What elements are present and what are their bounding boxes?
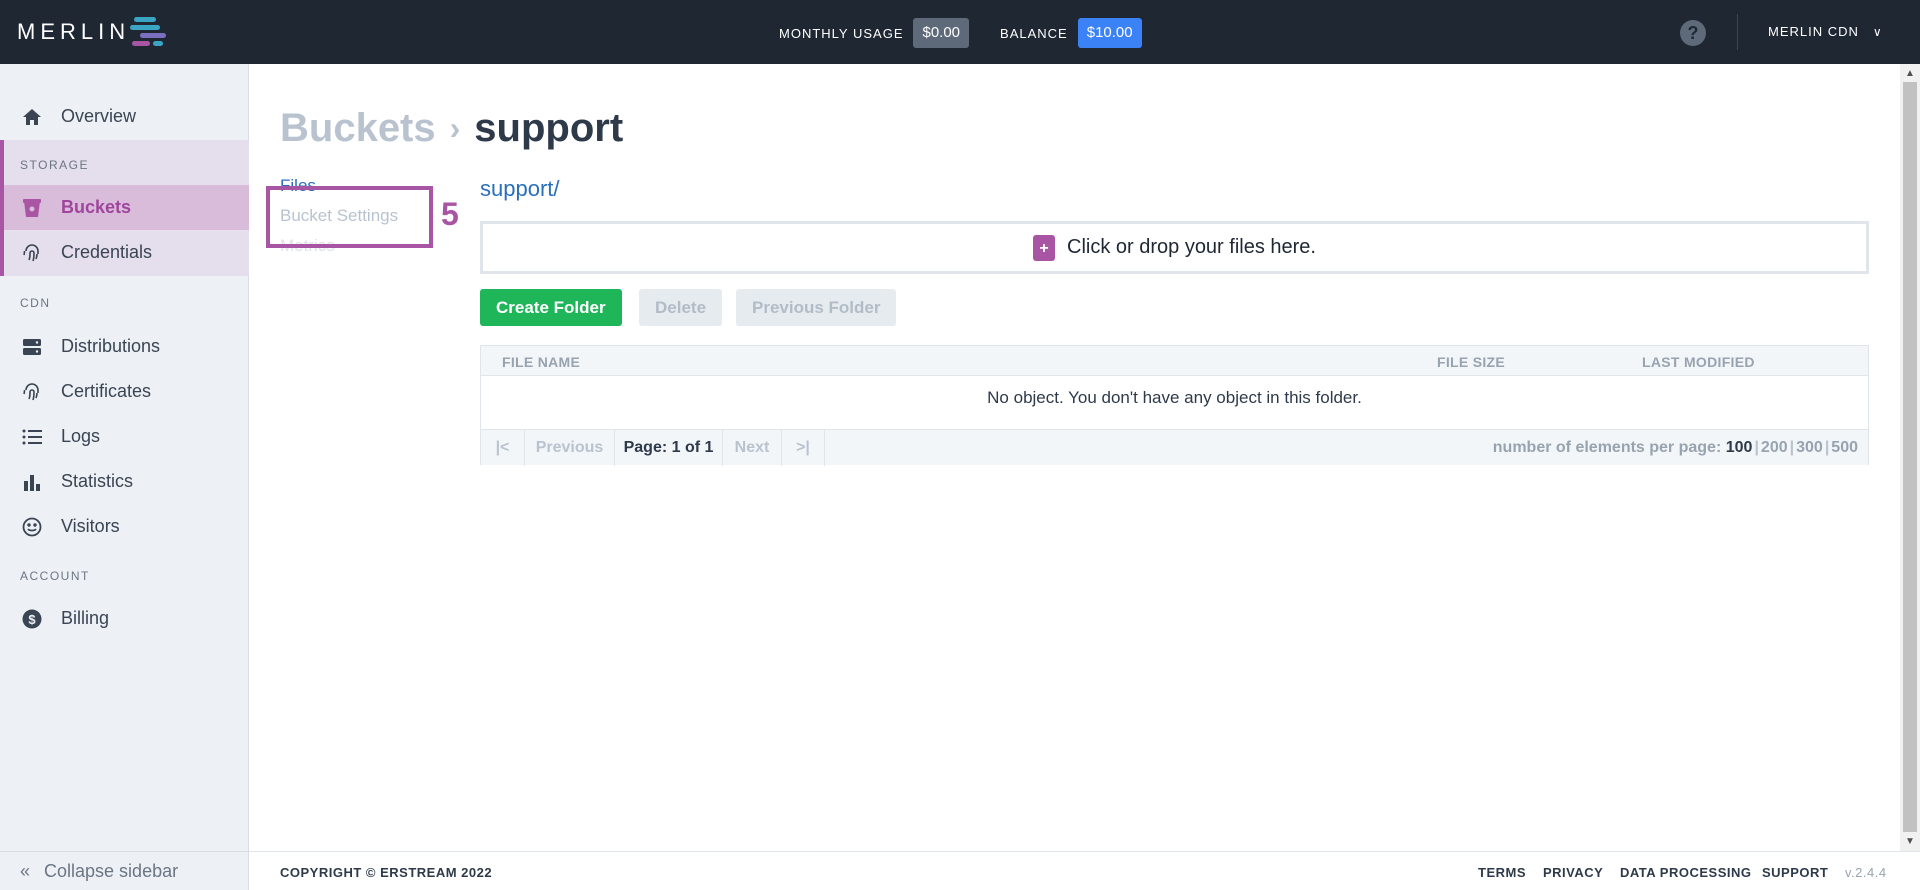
footer-link-privacy[interactable]: PRIVACY [1543, 865, 1603, 880]
sidebar-item-label: Buckets [61, 197, 132, 217]
sidebar-item-logs[interactable]: Logs [0, 414, 249, 459]
step-highlight-box [266, 186, 433, 248]
files-table: FILE NAME FILE SIZE LAST MODIFIED No obj… [480, 345, 1869, 466]
server-icon [21, 336, 43, 358]
table-header: FILE NAME FILE SIZE LAST MODIFIED [481, 346, 1868, 376]
sidebar-item-visitors[interactable]: Visitors [0, 504, 249, 549]
monthly-usage-label: MONTHLY USAGE [779, 25, 904, 41]
monthly-usage-badge: $0.00 [913, 18, 970, 48]
home-icon [21, 106, 43, 128]
footer-link-data-processing[interactable]: DATA PROCESSING [1620, 865, 1752, 880]
pagination: |< Previous Page: 1 of 1 Next >| number … [481, 429, 1868, 466]
sidebar-item-label: Billing [61, 608, 110, 628]
sidebar-item-label: Credentials [61, 242, 153, 262]
fingerprint-icon [21, 242, 43, 264]
last-page-button[interactable]: >| [782, 430, 825, 466]
footer-link-terms[interactable]: TERMS [1478, 865, 1526, 880]
bar-chart-icon [21, 471, 43, 493]
sidebar-item-certificates[interactable]: Certificates [0, 369, 249, 414]
account-menu[interactable]: MERLIN CDN ∨ [1768, 24, 1883, 39]
first-page-button[interactable]: |< [481, 430, 525, 466]
chevron-down-icon: ∨ [1872, 24, 1883, 39]
sidebar-item-label: Distributions [61, 336, 161, 356]
smiley-icon [21, 516, 43, 538]
page-size-selector: number of elements per page: 100 | 200 | 300… [1492, 439, 1858, 456]
vertical-scrollbar[interactable]: ▲ ▼ [1900, 64, 1920, 851]
file-drop-zone[interactable]: + Click or drop your files here. [480, 221, 1869, 274]
sidebar-item-statistics[interactable]: Statistics [0, 459, 249, 504]
previous-folder-button[interactable]: Previous Folder [736, 289, 897, 326]
usage-summary: MONTHLY USAGE $0.00 BALANCE $10.00 [779, 17, 1142, 49]
delete-button[interactable]: Delete [639, 289, 723, 326]
sidebar-item-label: Visitors [61, 516, 120, 536]
top-bar: MERLIN MONTHLY USAGE $0.00 BALANCE $10.0… [0, 0, 1920, 64]
double-chevron-left-icon: « [20, 860, 31, 881]
page-indicator: Page: 1 of 1 [615, 430, 723, 466]
create-folder-button[interactable]: Create Folder [480, 289, 622, 326]
scroll-down-arrow-icon[interactable]: ▼ [1905, 836, 1915, 847]
column-file-name[interactable]: FILE NAME [502, 354, 580, 370]
balance-badge[interactable]: $10.00 [1077, 18, 1142, 48]
help-icon[interactable]: ? [1680, 20, 1706, 46]
empty-state-message: No object. You don't have any object in … [987, 388, 1362, 407]
column-file-size[interactable]: FILE SIZE [1437, 354, 1505, 370]
section-cdn: CDN [20, 296, 51, 310]
page-size-100[interactable]: 100 [1726, 439, 1753, 456]
sidebar-item-distributions[interactable]: Distributions [0, 324, 249, 369]
step-number: 5 [441, 196, 459, 232]
merlin-logo[interactable]: MERLIN [17, 14, 170, 50]
current-path: support/ [480, 176, 560, 201]
version-label: v.2.4.4 [1845, 865, 1887, 880]
footer-link-support[interactable]: SUPPORT [1762, 865, 1828, 880]
account-name: MERLIN CDN [1768, 24, 1859, 39]
scroll-up-arrow-icon[interactable]: ▲ [1905, 68, 1915, 79]
section-account: ACCOUNT [20, 569, 90, 583]
dollar-icon: $ [21, 608, 43, 630]
logo-mark-icon [126, 14, 170, 50]
balance-label: BALANCE [1000, 25, 1068, 41]
page-size-500[interactable]: 500 [1831, 439, 1858, 456]
sidebar-item-label: Statistics [61, 471, 134, 491]
drop-zone-label: Click or drop your files here. [1067, 236, 1316, 258]
breadcrumb-buckets-link[interactable]: Buckets [280, 106, 436, 151]
sidebar-item-buckets[interactable]: Buckets [0, 185, 249, 230]
sidebar-item-overview[interactable]: Overview [0, 94, 249, 139]
copyright-text: COPYRIGHT © ERSTREAM 2022 [280, 865, 493, 880]
sidebar: Overview STORAGE Buckets Credentials CDN… [0, 64, 249, 890]
page-size-300[interactable]: 300 [1796, 439, 1823, 456]
divider [1737, 14, 1738, 50]
breadcrumb: Buckets › support [280, 106, 623, 151]
sidebar-item-label: Certificates [61, 381, 152, 401]
sidebar-item-label: Overview [61, 106, 137, 126]
svg-text:$: $ [28, 612, 36, 627]
logo-text: MERLIN [17, 19, 131, 44]
sidebar-item-credentials[interactable]: Credentials [0, 230, 249, 275]
footer: COPYRIGHT © ERSTREAM 2022 TERMS PRIVACY … [249, 851, 1920, 890]
page-size-label: number of elements per page: [1492, 439, 1722, 456]
section-storage: STORAGE [20, 158, 89, 172]
page-title: support [474, 106, 624, 150]
sidebar-item-billing[interactable]: $ Billing [0, 596, 249, 641]
column-last-modified[interactable]: LAST MODIFIED [1642, 354, 1755, 370]
previous-page-button[interactable]: Previous [525, 430, 615, 466]
scrollbar-thumb[interactable] [1903, 82, 1917, 832]
next-page-button[interactable]: Next [723, 430, 782, 466]
page-size-200[interactable]: 200 [1761, 439, 1788, 456]
breadcrumb-separator: › [449, 110, 461, 146]
file-add-icon: + [1033, 234, 1055, 261]
list-icon [21, 426, 43, 448]
fingerprint-icon [21, 381, 43, 403]
bucket-icon [21, 197, 43, 219]
collapse-label: Collapse sidebar [44, 860, 179, 881]
sidebar-item-label: Logs [61, 426, 101, 446]
collapse-sidebar-button[interactable]: « Collapse sidebar [0, 851, 249, 890]
